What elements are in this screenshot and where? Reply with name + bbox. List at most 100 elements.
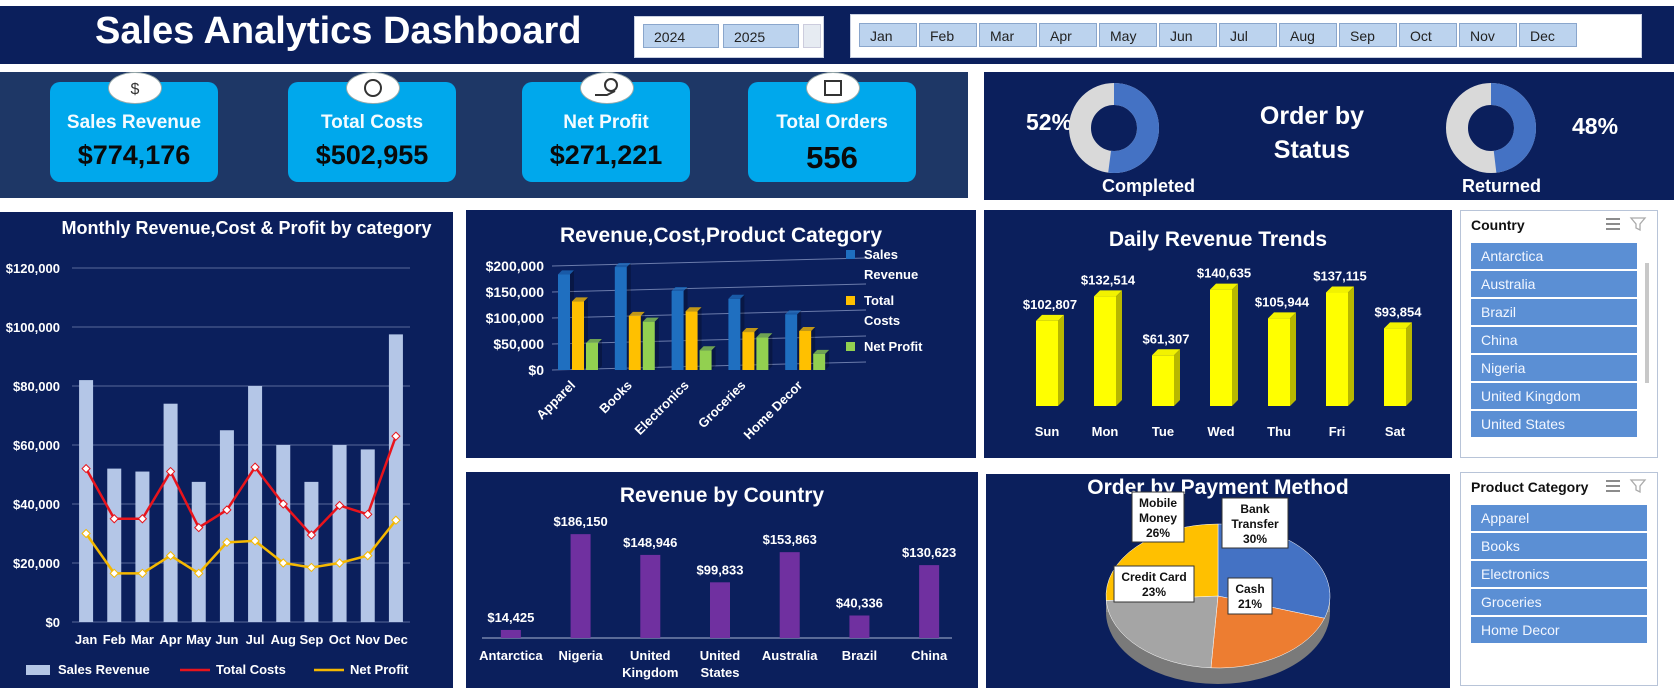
svg-text:$: $ <box>131 81 140 98</box>
category-filter-item[interactable]: Electronics <box>1471 561 1647 587</box>
daily-bar <box>1210 289 1232 406</box>
category-bar <box>614 267 627 370</box>
kpi-value: 556 <box>806 140 858 175</box>
legend-label: Sales Revenue <box>864 247 918 282</box>
x-tick-label: Antarctica <box>479 648 543 663</box>
kpi-value: $502,955 <box>315 140 429 170</box>
y-tick-label: $0 <box>528 362 544 378</box>
revenue-bar <box>219 430 234 622</box>
country-filter-item[interactable]: United States <box>1471 411 1637 437</box>
country-filter-item[interactable]: United Kingdom <box>1471 383 1637 409</box>
x-tick-label: Wed <box>1207 424 1234 439</box>
x-tick-label: Aug <box>271 632 296 647</box>
month-button-dec[interactable]: Dec <box>1519 23 1577 47</box>
status-title-line2: Status <box>1274 136 1350 164</box>
legend-label: Total Costs <box>216 662 286 677</box>
legend-label: Net Profit <box>350 662 409 677</box>
month-button-feb[interactable]: Feb <box>919 23 977 47</box>
x-tick-label: Apr <box>159 632 181 647</box>
x-tick-label: Oct <box>329 632 351 647</box>
revenue-bar <box>79 380 94 622</box>
daily-bar <box>1268 318 1290 406</box>
multi-select-icon[interactable] <box>1603 477 1623 495</box>
month-button-oct[interactable]: Oct <box>1399 23 1457 47</box>
country-filter-item[interactable]: Brazil <box>1471 299 1637 325</box>
multi-select-icon[interactable] <box>1603 215 1623 233</box>
x-tick-label: Sat <box>1385 424 1406 439</box>
y-tick-label: $100,000 <box>6 320 60 335</box>
order-status-chart: 52% Completed Order by Status 48% Return… <box>1026 83 1618 196</box>
country-filter-scrollbar[interactable] <box>1645 263 1649 383</box>
country-filter-item[interactable]: Antarctica <box>1471 243 1637 269</box>
clear-filter-icon[interactable] <box>1629 477 1649 495</box>
monthly-chart-panel: Monthly Revenue,Cost & Profit by categor… <box>0 212 453 688</box>
x-tick-label: Nov <box>355 632 380 647</box>
month-button-nov[interactable]: Nov <box>1459 23 1517 47</box>
cost-line <box>84 435 398 537</box>
y-tick-label: $100,000 <box>486 310 545 326</box>
category-bar <box>699 350 712 370</box>
y-tick-label: $40,000 <box>13 497 60 512</box>
y-tick-label: $60,000 <box>13 438 60 453</box>
returned-pct: 48% <box>1572 113 1618 139</box>
x-tick-label: Electronics <box>632 378 692 438</box>
x-tick-label: Jan <box>75 632 97 647</box>
data-label: $132,514 <box>1081 272 1136 287</box>
order-status-panel: 52% Completed Order by Status 48% Return… <box>984 72 1674 200</box>
daily-bar-side <box>1232 283 1238 406</box>
money-bag-icon: $ <box>108 72 162 104</box>
x-tick-label: Tue <box>1152 424 1174 439</box>
x-tick-label: May <box>186 632 212 647</box>
country-bar <box>849 615 870 638</box>
revenue-bar <box>332 445 347 622</box>
legend-label: Sales Revenue <box>58 662 150 677</box>
year-slicer-scroll[interactable] <box>803 24 821 48</box>
category-bar <box>742 332 755 370</box>
month-button-jan[interactable]: Jan <box>859 23 917 47</box>
category-filter-item[interactable]: Apparel <box>1471 505 1647 531</box>
kpi-value: $271,221 <box>549 140 663 170</box>
daily-bar-side <box>1348 286 1354 406</box>
data-label: $93,854 <box>1375 304 1423 319</box>
month-button-may[interactable]: May <box>1099 23 1157 47</box>
month-button-jun[interactable]: Jun <box>1159 23 1217 47</box>
country-chart: $14,425 Antarctica $186,150 Nigeria $148,946… <box>479 514 956 680</box>
x-tick-label: Thu <box>1267 424 1291 439</box>
kpi-card-sales-revenue: $ Sales Revenue $774,176 <box>50 72 218 182</box>
category-filter-item[interactable]: Home Decor <box>1471 617 1647 643</box>
legend-swatch <box>846 342 855 351</box>
x-tick-label: Feb <box>103 632 126 647</box>
x-tick-label: Fri <box>1329 424 1346 439</box>
revenue-bar <box>388 334 403 622</box>
kpi-card-net-profit: Net Profit $271,221 <box>522 72 690 182</box>
year-2025-button[interactable]: 2025 <box>723 24 799 48</box>
daily-bar-side <box>1058 314 1064 406</box>
month-slicer: Jan Feb Mar Apr May Jun Jul Aug Sep Oct Nov Dec <box>850 14 1642 58</box>
month-button-jul[interactable]: Jul <box>1219 23 1277 47</box>
category-filter-item[interactable]: Books <box>1471 533 1647 559</box>
data-label: $137,115 <box>1313 269 1367 284</box>
daily-chart-panel: Daily Revenue Trends $102,807 Sun $132,514… <box>984 210 1452 458</box>
month-button-apr[interactable]: Apr <box>1039 23 1097 47</box>
month-button-sep[interactable]: Sep <box>1339 23 1397 47</box>
country-filter-header: Country <box>1471 217 1525 233</box>
country-filter-item[interactable]: China <box>1471 327 1637 353</box>
x-tick-label: Sun <box>1035 424 1060 439</box>
clear-filter-icon[interactable] <box>1629 215 1649 233</box>
country-filter-item[interactable]: Australia <box>1471 271 1637 297</box>
daily-bar-side <box>1116 290 1122 406</box>
legend-swatch <box>846 296 855 305</box>
country-filter: Country Antarctica Australia Brazil China Ni… <box>1460 210 1658 458</box>
year-2024-button[interactable]: 2024 <box>643 24 719 48</box>
daily-bar-side <box>1290 312 1296 406</box>
month-button-mar[interactable]: Mar <box>979 23 1037 47</box>
x-tick-label: Dec <box>384 632 408 647</box>
month-button-aug[interactable]: Aug <box>1279 23 1337 47</box>
data-label: $140,635 <box>1197 266 1251 281</box>
daily-bar <box>1326 292 1348 406</box>
y-tick-label: $20,000 <box>13 556 60 571</box>
country-filter-item[interactable]: Nigeria <box>1471 355 1637 381</box>
y-tick-label: $200,000 <box>486 258 545 274</box>
hand-coin-icon <box>580 72 634 104</box>
category-filter-item[interactable]: Groceries <box>1471 589 1647 615</box>
